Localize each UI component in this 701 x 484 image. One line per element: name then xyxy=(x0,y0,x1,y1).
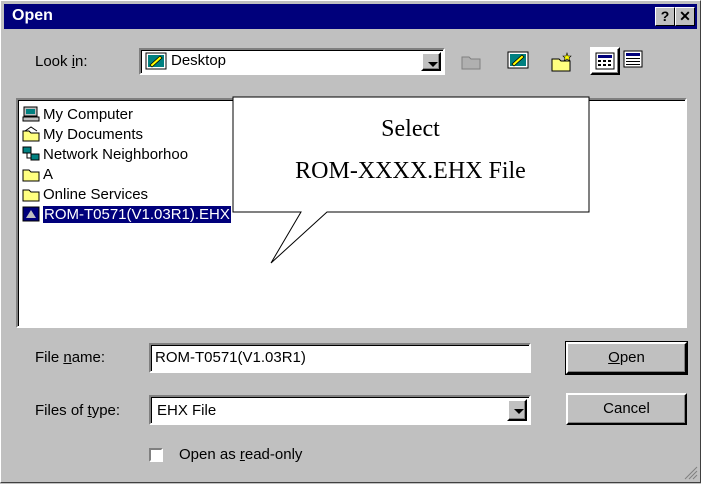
read-only-label: Open as read-only xyxy=(179,446,303,463)
cancel-button[interactable]: Cancel xyxy=(566,393,687,425)
list-item[interactable]: Online Services xyxy=(22,184,148,204)
desktop-icon xyxy=(145,52,167,70)
list-item[interactable]: My Computer xyxy=(22,104,133,124)
list-item[interactable]: Network Neighborhoo xyxy=(22,144,188,164)
look-in-dropdown-button[interactable] xyxy=(421,52,441,71)
file-type-dropdown-button[interactable] xyxy=(507,399,527,421)
list-item-label: My Documents xyxy=(43,125,144,143)
read-only-checkbox[interactable] xyxy=(149,448,163,462)
list-item-label: A xyxy=(43,165,54,183)
look-in-select[interactable]: Desktop xyxy=(139,48,445,75)
list-item-label: ROM-T0571(V1.03R1).EHX xyxy=(42,204,232,224)
desktop-icon xyxy=(507,51,529,69)
up-folder-icon xyxy=(461,56,481,70)
list-item-label: Online Services xyxy=(43,185,149,203)
new-folder-button[interactable] xyxy=(546,47,576,75)
close-button[interactable]: ✕ xyxy=(675,7,695,26)
look-in-value: Desktop xyxy=(171,52,227,69)
details-view-icon xyxy=(623,50,643,68)
file-type-value: EHX File xyxy=(157,402,217,419)
callout-line1: Select xyxy=(381,116,440,142)
list-item-label: Network Neighborhoo xyxy=(43,145,189,163)
file-type-label: Files of type: xyxy=(35,402,121,419)
look-in-label: Look in: xyxy=(35,53,88,70)
title-bar[interactable]: Open ? ✕ xyxy=(4,4,697,29)
file-name-label: File name: xyxy=(35,349,106,366)
callout-line2: ROM-XXXX.EHX File xyxy=(295,158,526,184)
up-folder-button[interactable] xyxy=(456,47,486,75)
network-icon xyxy=(22,146,40,161)
new-folder-icon xyxy=(551,52,572,72)
help-button[interactable]: ? xyxy=(655,7,675,26)
list-item-label: My Computer xyxy=(43,105,134,123)
open-dialog: Open ? ✕ Look in: Desktop My Computer My… xyxy=(0,0,701,483)
folder-icon xyxy=(22,169,40,182)
desktop-button[interactable] xyxy=(503,47,533,75)
details-view-button[interactable] xyxy=(620,47,650,75)
computer-icon xyxy=(22,106,40,122)
list-item[interactable]: My Documents xyxy=(22,124,143,144)
list-view-icon xyxy=(595,52,615,70)
resize-grip-icon[interactable] xyxy=(684,466,698,480)
ehx-file-icon xyxy=(22,206,40,222)
list-item-selected[interactable]: ROM-T0571(V1.03R1).EHX xyxy=(22,204,232,224)
file-name-input[interactable]: ROM-T0571(V1.03R1) xyxy=(149,343,531,373)
window-title: Open xyxy=(12,7,53,24)
file-name-value: ROM-T0571(V1.03R1) xyxy=(155,349,306,366)
folder-icon xyxy=(22,189,40,202)
documents-icon xyxy=(22,126,40,142)
list-view-button[interactable] xyxy=(590,47,620,75)
open-button[interactable]: Open xyxy=(565,341,688,375)
file-type-select[interactable]: EHX File xyxy=(149,395,531,425)
list-item[interactable]: A xyxy=(22,164,53,184)
